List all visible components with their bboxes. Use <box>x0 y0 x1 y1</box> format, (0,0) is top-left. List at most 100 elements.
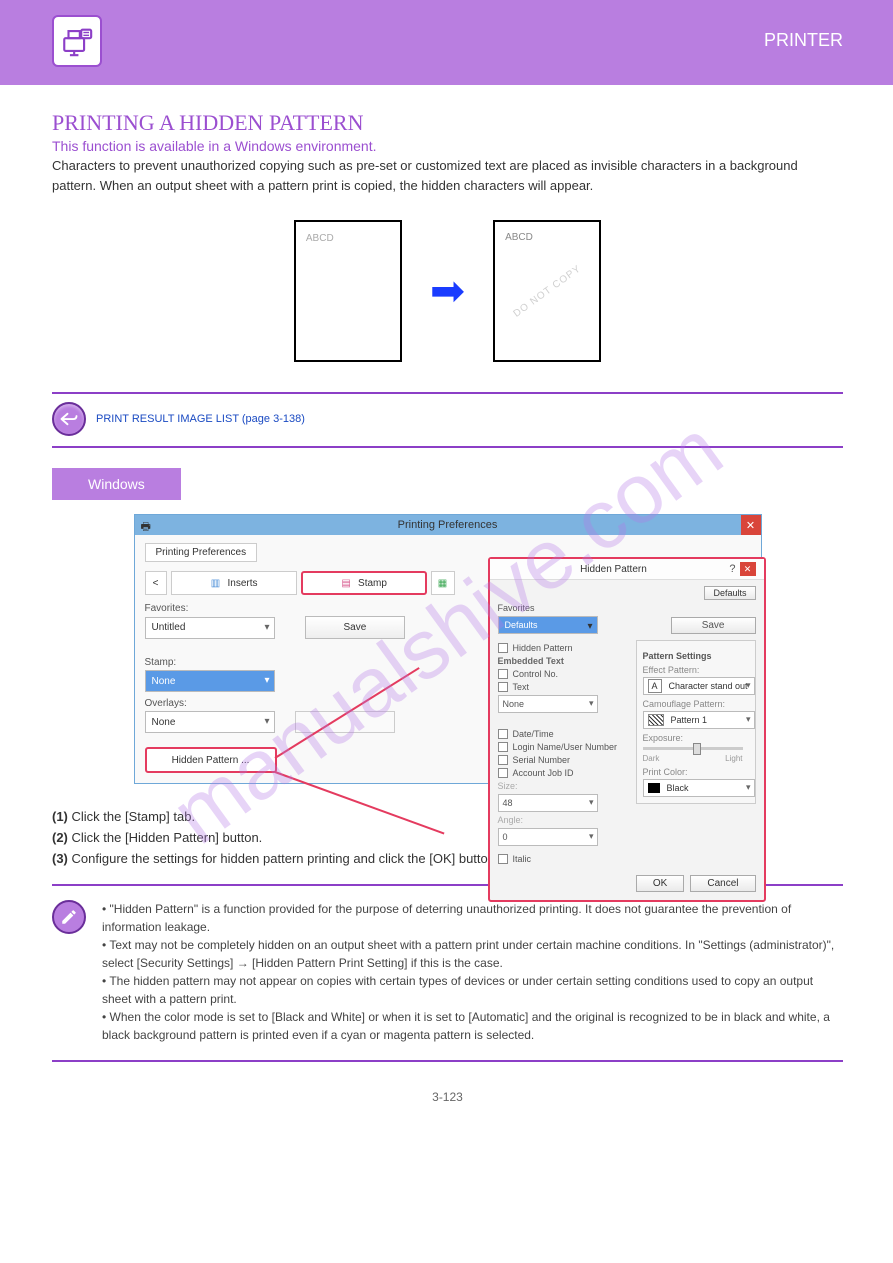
embedded-text-heading: Embedded Text <box>498 656 626 666</box>
chevron-down-icon: ▾ <box>746 714 751 725</box>
defaults-button[interactable]: Defaults <box>704 586 755 600</box>
date-checkbox[interactable] <box>498 729 508 739</box>
diagram-left-text: ABCD <box>306 233 334 244</box>
slider-thumb[interactable] <box>693 743 701 755</box>
divider-notes-bottom <box>52 1060 843 1062</box>
printing-preferences-window: 🖶 Printing Preferences ✕ Printing Prefer… <box>134 514 762 784</box>
step1-text: Click the [Stamp] tab. <box>72 809 196 824</box>
pattern-swatch-icon <box>648 714 664 726</box>
step2-text: Click the [Hidden Pattern] button. <box>72 830 263 845</box>
camo-select[interactable]: Pattern 1 ▾ <box>643 711 755 729</box>
angle-value: 0 <box>503 832 508 842</box>
italic-label: Italic <box>513 854 532 864</box>
camo-label: Camouflage Pattern: <box>643 699 749 709</box>
control-no-label: Control No. <box>513 669 559 679</box>
tab-stamp-label: Stamp <box>358 578 387 589</box>
account-checkbox[interactable] <box>498 768 508 778</box>
help-icon[interactable]: ? <box>729 563 735 575</box>
favorites-value: Untitled <box>152 622 186 633</box>
stamp-value: None <box>152 676 176 687</box>
note-3: • The hidden pattern may not appear on c… <box>102 972 843 1008</box>
login-label: Login Name/User Number <box>513 742 618 752</box>
chevron-down-icon: ▾ <box>746 782 751 793</box>
account-label: Account Job ID <box>513 768 574 778</box>
page-title: PRINTING A HIDDEN PATTERN <box>52 110 843 136</box>
effect-label: Effect Pattern: <box>643 665 749 675</box>
cancel-button[interactable]: Cancel <box>690 875 755 892</box>
pencil-icon <box>52 900 86 934</box>
text-select-value: None <box>503 699 525 709</box>
size-value: 48 <box>503 798 513 808</box>
tab-inserts-label: Inserts <box>227 578 257 589</box>
favorites-select[interactable]: Untitled ▾ <box>145 617 275 639</box>
tab-stamp[interactable]: ▤ Stamp <box>301 571 427 595</box>
step2-no: (2) <box>52 830 68 845</box>
return-icon[interactable] <box>52 402 86 436</box>
chevron-down-icon: ▾ <box>589 797 594 808</box>
tab-inserts[interactable]: ▥ Inserts <box>171 571 297 595</box>
overlays-select[interactable]: None ▾ <box>145 711 275 733</box>
dlg-favorites-value: Defaults <box>505 620 538 630</box>
step3-no: (3) <box>52 851 68 866</box>
color-select[interactable]: Black ▾ <box>643 779 755 797</box>
exposure-slider[interactable] <box>643 747 743 750</box>
windows-badge: Windows <box>52 468 181 500</box>
size-select[interactable]: 48 ▾ <box>498 794 598 812</box>
angle-select[interactable]: 0 ▾ <box>498 828 598 846</box>
chevron-down-icon: ▾ <box>587 621 592 632</box>
diagram-right-text: ABCD <box>505 232 533 243</box>
effect-a-icon: A <box>648 679 662 693</box>
close-icon[interactable]: ✕ <box>741 515 761 535</box>
note-4: • When the color mode is set to [Black a… <box>102 1008 843 1044</box>
chevron-down-icon: ▾ <box>589 698 594 709</box>
login-checkbox[interactable] <box>498 742 508 752</box>
dlg-favorites-select[interactable]: Defaults ▾ <box>498 616 598 634</box>
page-subtitle: This function is available in a Windows … <box>52 138 843 154</box>
chevron-down-icon: ▾ <box>264 675 269 686</box>
color-value: Black <box>667 783 689 793</box>
return-link[interactable]: PRINT RESULT IMAGE LIST (page 3-138) <box>96 413 305 425</box>
text-select[interactable]: None ▾ <box>498 695 598 713</box>
stamp-label: Stamp: <box>145 657 425 668</box>
date-label: Date/Time <box>513 729 554 739</box>
favorites-label: Favorites: <box>145 603 425 614</box>
text-checkbox[interactable] <box>498 682 508 692</box>
save-button[interactable]: Save <box>305 616 406 639</box>
effect-select[interactable]: A Character stand out ▾ <box>643 677 755 695</box>
step3-text: Configure the settings for hidden patter… <box>72 851 499 866</box>
pattern-settings-heading: Pattern Settings <box>643 651 749 661</box>
tab-prev[interactable]: < <box>145 571 167 595</box>
dlg-save-button[interactable]: Save <box>671 617 756 634</box>
note-2: • Text may not be completely hidden on a… <box>102 936 843 972</box>
color-label: Print Color: <box>643 767 749 777</box>
italic-checkbox[interactable] <box>498 854 508 864</box>
dlg-favorites-label: Favorites <box>498 603 756 613</box>
window-title: Printing Preferences <box>398 519 498 531</box>
hidden-pattern-button[interactable]: Hidden Pattern ... <box>145 747 277 773</box>
camo-value: Pattern 1 <box>671 715 708 725</box>
chevron-down-icon: ▾ <box>264 716 269 727</box>
exposure-light-label: Light <box>725 754 742 763</box>
hidden-pattern-checkbox[interactable] <box>498 643 508 653</box>
divider-top <box>52 392 843 394</box>
hidden-pattern-cb-label: Hidden Pattern <box>513 643 573 653</box>
concept-diagram: ABCD ➡ DO NOT COPY ABCD <box>52 220 843 362</box>
dialog-close-icon[interactable]: ✕ <box>740 562 756 576</box>
next-tab-icon: ▦ <box>437 577 449 589</box>
angle-label: Angle: <box>498 815 626 825</box>
dialog-title: Hidden Pattern <box>498 564 730 575</box>
overlays-value: None <box>152 717 176 728</box>
inner-tab[interactable]: Printing Preferences <box>145 543 258 562</box>
chevron-down-icon: ▾ <box>589 831 594 842</box>
chevron-down-icon: ▾ <box>264 622 269 633</box>
tab-next-partial[interactable]: ▦ <box>431 571 455 595</box>
control-no-checkbox[interactable] <box>498 669 508 679</box>
text-cb-label: Text <box>513 682 530 692</box>
ok-button[interactable]: OK <box>636 875 684 892</box>
serial-checkbox[interactable] <box>498 755 508 765</box>
inserts-icon: ▥ <box>209 577 221 589</box>
body-paragraph: Characters to prevent unauthorized copyi… <box>52 156 843 195</box>
arrow-right-icon: ➡ <box>430 270 465 312</box>
stamp-select[interactable]: None ▾ <box>145 670 275 692</box>
size-label: Size: <box>498 781 626 791</box>
